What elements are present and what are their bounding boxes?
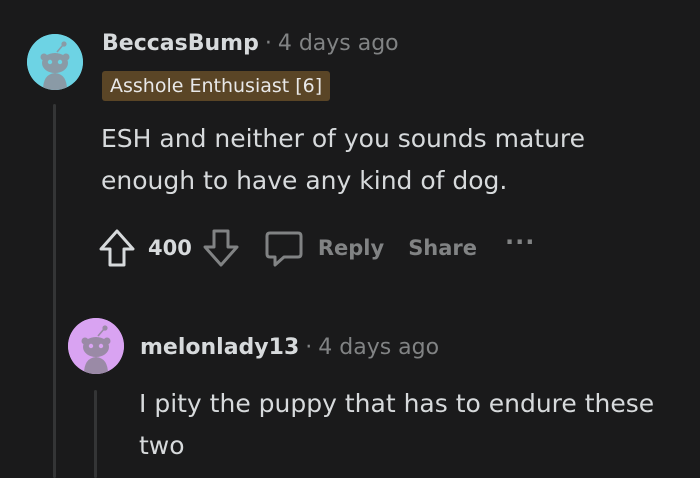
comment-actions: 400 Reply Share ··· [98, 228, 535, 268]
comment-meta: melonlady13 · 4 days ago [140, 334, 439, 362]
upvote-arrow-icon[interactable] [98, 228, 136, 268]
comment-body: I pity the puppy that has to endure thes… [139, 389, 655, 460]
comment-bubble-icon[interactable] [264, 228, 304, 268]
username[interactable]: melonlady13 [140, 335, 299, 360]
more-options-button[interactable]: ··· [505, 228, 535, 256]
snoo-avatar-icon [68, 318, 124, 374]
downvote-arrow-icon[interactable] [202, 228, 240, 268]
snoo-avatar-icon [27, 34, 83, 90]
avatar[interactable] [68, 318, 124, 374]
meta-separator: · [305, 335, 313, 360]
reply-button[interactable]: Reply [318, 236, 384, 260]
thread-line[interactable] [94, 390, 97, 478]
vote-count: 400 [148, 236, 192, 260]
username[interactable]: BeccasBump [102, 31, 259, 56]
meta-separator: · [264, 31, 272, 56]
timestamp[interactable]: 4 days ago [318, 335, 439, 360]
comment-body: ESH and neither of you sounds mature eno… [101, 124, 586, 195]
share-button[interactable]: Share [408, 236, 477, 260]
comment-meta: BeccasBump · 4 days ago [102, 30, 399, 58]
user-flair: Asshole Enthusiast [6] [102, 71, 331, 101]
avatar[interactable] [27, 34, 83, 90]
timestamp[interactable]: 4 days ago [278, 31, 399, 56]
thread-line[interactable] [53, 104, 56, 478]
